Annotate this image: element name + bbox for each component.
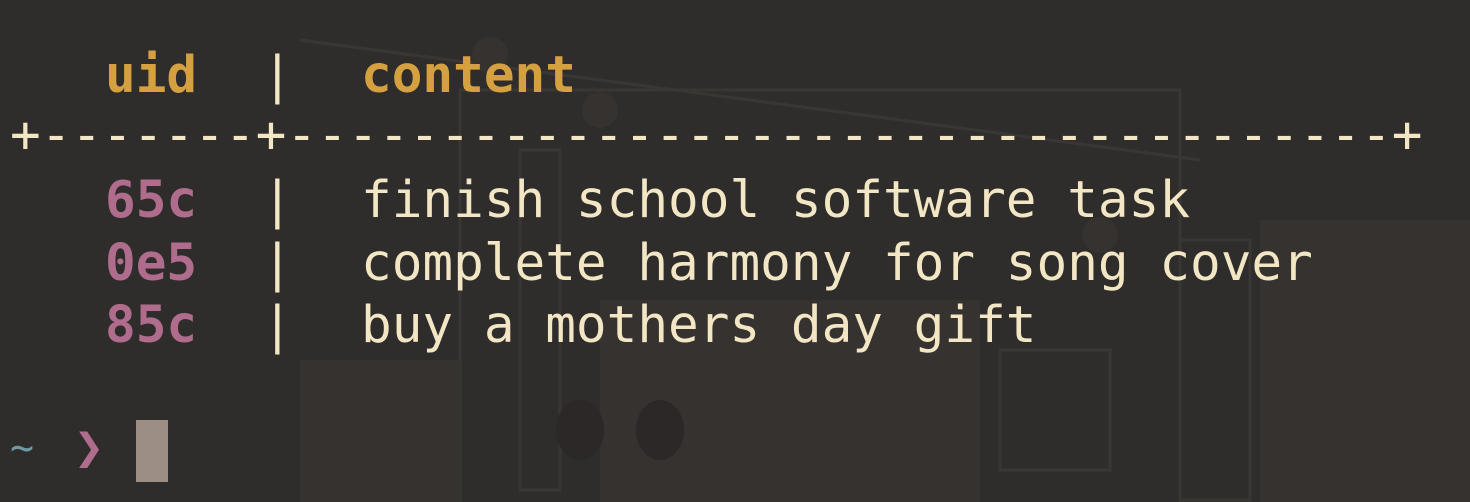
column-separator: | — [262, 171, 293, 230]
row-content: complete harmony for song cover — [361, 234, 1313, 293]
row-content: finish school software task — [361, 171, 1191, 230]
column-separator: | — [262, 46, 293, 105]
column-separator: | — [262, 296, 293, 355]
table-row: 0e5 | complete harmony for song cover — [12, 238, 1313, 298]
table-row: 65c | finish school software task — [12, 175, 1190, 235]
row-uid: 85c — [105, 296, 198, 355]
column-header-uid: uid — [105, 46, 198, 105]
column-header-content: content — [361, 46, 576, 105]
text-cursor[interactable] — [136, 420, 168, 482]
terminal-window[interactable]: uid | content +-------+-----------------… — [0, 0, 1470, 502]
row-content: buy a mothers day gift — [361, 296, 1037, 355]
table-row: 85c | buy a mothers day gift — [12, 300, 1037, 360]
current-directory: ~ — [10, 425, 35, 471]
row-uid: 0e5 — [105, 234, 198, 293]
table-divider: +-------+-------------------------------… — [10, 106, 1423, 165]
table-header-row: uid | content — [12, 50, 576, 110]
prompt-chevron-icon: ❯ — [74, 418, 105, 476]
row-uid: 65c — [105, 171, 198, 230]
column-separator: | — [262, 234, 293, 293]
